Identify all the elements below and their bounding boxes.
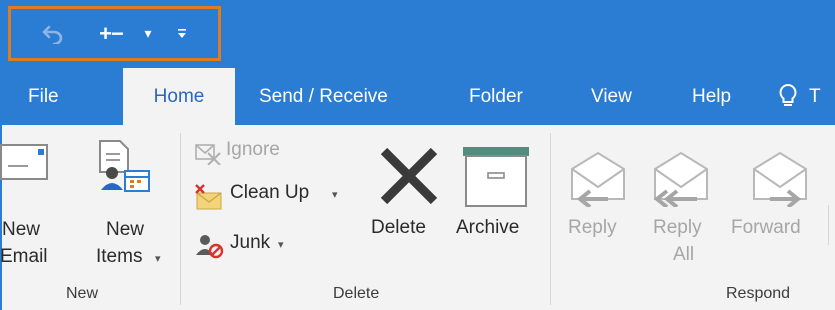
new-items-label-1: New <box>106 219 145 240</box>
group-divider <box>550 133 551 305</box>
tab-file[interactable]: File <box>28 68 59 125</box>
undo-icon <box>42 25 63 44</box>
reply-icon <box>571 151 625 207</box>
reply-label: Reply <box>568 217 617 238</box>
undo-button[interactable] <box>33 9 73 58</box>
clean-up-label: Clean Up <box>230 182 310 203</box>
group-divider <box>828 205 829 245</box>
send-receive-icon: +− <box>99 20 124 46</box>
new-email-icon <box>0 144 48 180</box>
clean-up-icon <box>195 184 222 210</box>
reply-all-label-2: All <box>673 244 695 265</box>
send-receive-all-button[interactable]: +− <box>91 9 131 58</box>
group-label-delete: Delete <box>333 285 380 302</box>
junk-button[interactable]: Junk ▾ <box>192 229 292 261</box>
archive-label: Archive <box>456 217 520 238</box>
forward-icon <box>753 151 807 207</box>
ignore-label: Ignore <box>226 139 280 160</box>
forward-button[interactable]: Forward <box>728 125 823 275</box>
tab-help[interactable]: Help <box>692 68 731 125</box>
ribbon-home: New Email New Items ▾ New Ignore Clean U… <box>0 125 835 310</box>
new-email-label-2: Email <box>0 246 48 267</box>
ribbon-tab-bar: File Home Send / Receive Folder View Hel… <box>0 68 835 125</box>
archive-icon <box>463 147 529 207</box>
chevron-down-icon: ▾ <box>278 239 284 251</box>
new-email-label-1: New <box>2 219 41 240</box>
chevron-down-icon: ▾ <box>332 189 338 201</box>
chevron-down-icon: ▾ <box>144 25 152 41</box>
tab-view[interactable]: View <box>591 68 632 125</box>
reply-all-icon <box>653 151 708 207</box>
delete-label: Delete <box>371 217 426 238</box>
ignore-button[interactable]: Ignore <box>192 139 332 169</box>
ignore-icon <box>195 144 221 165</box>
send-receive-dropdown[interactable]: ▾ <box>137 9 159 58</box>
title-bar: +− ▾ <box>0 0 835 68</box>
reply-all-button[interactable]: Reply All <box>645 125 727 275</box>
customize-qat-button[interactable] <box>171 9 193 58</box>
group-label-respond: Respond <box>726 285 791 302</box>
archive-button[interactable]: Archive <box>452 125 542 275</box>
tell-me-label: T <box>809 86 821 107</box>
group-divider <box>180 133 181 305</box>
junk-label: Junk <box>230 232 271 253</box>
quick-access-toolbar: +− ▾ <box>8 6 221 61</box>
new-items-button[interactable]: New Items ▾ <box>88 125 173 275</box>
forward-label: Forward <box>731 217 801 238</box>
delete-icon <box>380 147 438 205</box>
tab-home[interactable]: Home <box>123 68 235 125</box>
new-items-icon <box>99 140 150 192</box>
group-label-new: New <box>66 285 99 302</box>
junk-icon <box>196 235 224 259</box>
chevron-down-icon: ▾ <box>155 253 161 265</box>
lightbulb-icon <box>779 83 797 106</box>
tab-send-receive[interactable]: Send / Receive <box>259 68 388 125</box>
new-email-button[interactable]: New Email <box>0 125 87 275</box>
reply-button[interactable]: Reply <box>562 125 644 275</box>
delete-button[interactable]: Delete <box>370 125 452 275</box>
new-items-label-2: Items <box>96 246 143 267</box>
clean-up-button[interactable]: Clean Up ▾ <box>192 181 352 213</box>
customize-qat-icon <box>178 28 186 38</box>
reply-all-label-1: Reply <box>653 217 702 238</box>
tab-folder[interactable]: Folder <box>469 68 523 125</box>
